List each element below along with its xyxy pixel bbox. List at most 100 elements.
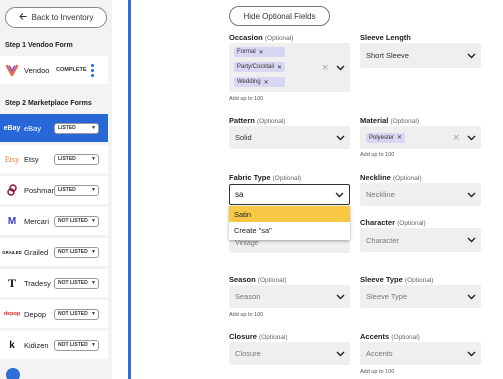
chevron-down-icon: ▼: [91, 125, 96, 131]
sleeve-length-label: Sleeve Length: [360, 33, 411, 42]
step1-heading: Step 1 Vendoo Form: [5, 42, 73, 49]
chevron-down-icon: ▼: [91, 218, 96, 224]
marketplace-name: Grailed: [24, 247, 49, 257]
status-select[interactable]: NOT LISTED ▼: [54, 277, 99, 289]
marketplace-row-etsy[interactable]: Etsy Etsy LISTED ▼: [0, 145, 108, 173]
marketplace-logo-icon[interactable]: [6, 368, 20, 379]
chevron-down-icon[interactable]: [467, 135, 476, 141]
neckline-label: Neckline (Optional): [360, 173, 422, 182]
remove-chip-icon[interactable]: ✕: [264, 79, 269, 86]
marketplace-name: Poshmark: [24, 185, 54, 195]
material-hint: Add up to 100: [360, 152, 395, 158]
clear-icon[interactable]: ✕: [321, 62, 329, 73]
chevron-down-icon[interactable]: [336, 65, 345, 71]
depop-logo-icon: depop: [3, 311, 21, 317]
accents-hint: Add up to 100: [360, 369, 395, 375]
status-select[interactable]: NOT LISTED ▼: [54, 246, 99, 258]
chevron-down-icon: ▼: [91, 342, 96, 348]
remove-chip-icon[interactable]: ✕: [259, 49, 264, 56]
sleeve-type-select[interactable]: Sleeve Type: [360, 285, 481, 308]
chip-polyester: Polyester ✕: [366, 132, 406, 143]
etsy-logo-icon: Etsy: [4, 154, 20, 164]
status-select[interactable]: LISTED ▼: [54, 153, 99, 165]
marketplace-row-depop[interactable]: depop Depop NOT LISTED ▼: [0, 300, 108, 328]
hide-optional-fields-button[interactable]: Hide Optional Fields: [229, 6, 330, 26]
accents-label: Accents (Optional): [360, 332, 420, 341]
season-select[interactable]: Season: [229, 285, 350, 308]
chevron-down-icon: ▼: [91, 156, 96, 162]
chevron-down-icon: [467, 351, 476, 356]
character-select[interactable]: Character: [360, 228, 481, 252]
tradesy-logo-icon: T: [7, 275, 16, 290]
chevron-down-icon: ▼: [91, 249, 96, 255]
poshmark-logo-icon: [0, 176, 24, 204]
closure-select[interactable]: Closure: [229, 342, 350, 365]
marketplace-row-tradesy[interactable]: T Tradesy NOT LISTED ▼: [0, 269, 108, 297]
occasion-multiselect[interactable]: Formal ✕ Party/Cocktail ✕ Wedding ✕ ✕: [229, 43, 350, 92]
remove-chip-icon[interactable]: ✕: [277, 64, 282, 71]
status-select[interactable]: NOT LISTED ▼: [54, 215, 99, 227]
remove-chip-icon[interactable]: ✕: [397, 134, 402, 141]
marketplace-name: Depop: [24, 309, 47, 319]
vendoo-form-card[interactable]: Vendoo COMPLETE: [0, 56, 108, 84]
marketplace-row-kidizen[interactable]: k Kidizen NOT LISTED ▼: [0, 331, 108, 359]
option-create[interactable]: Create "sa": [229, 222, 350, 238]
vendoo-status: COMPLETE: [56, 67, 87, 73]
chevron-down-icon[interactable]: [335, 192, 344, 198]
ebay-logo-icon: eBay: [3, 124, 21, 132]
pattern-label: Pattern (Optional): [229, 116, 286, 125]
mercari-logo-icon: M: [7, 215, 17, 227]
pattern-select[interactable]: Solid: [229, 126, 350, 149]
vendoo-label: Vendoo: [24, 65, 50, 75]
occasion-label: Occasion (Optional): [229, 33, 294, 42]
chevron-down-icon: [336, 135, 345, 140]
occasion-hint: Add up to 100: [229, 96, 264, 102]
sleeve-type-label: Sleeve Type (Optional): [360, 275, 434, 284]
more-vertical-icon[interactable]: [90, 63, 94, 77]
sidebar-divider: [128, 0, 131, 379]
marketplace-name: eBay: [24, 123, 42, 133]
option-satin[interactable]: Satin: [229, 206, 350, 222]
chip-party-cocktail: Party/Cocktail ✕: [234, 62, 286, 72]
chip-formal: Formal ✕: [234, 47, 286, 57]
arrow-left-icon: [18, 13, 27, 22]
material-multiselect[interactable]: Polyester ✕ ✕: [360, 126, 481, 149]
season-label: Season (Optional): [229, 275, 287, 284]
closure-label: Closure (Optional): [229, 332, 288, 341]
material-label: Material (Optional): [360, 116, 419, 125]
fabric-type-label: Fabric Type (Optional): [229, 173, 302, 182]
chevron-down-icon: [467, 237, 476, 243]
marketplace-row-grailed[interactable]: GRAILED Grailed NOT LISTED ▼: [0, 238, 108, 266]
chevron-down-icon: [467, 294, 476, 299]
marketplace-name: Kidizen: [24, 340, 49, 350]
status-select[interactable]: NOT LISTED ▼: [54, 308, 99, 320]
marketplace-sidebar: Back to Inventory Step 1 Vendoo Form Ven…: [0, 0, 112, 379]
clear-icon[interactable]: ✕: [452, 132, 460, 143]
marketplace-row-ebay[interactable]: eBay eBay LISTED ▼: [0, 114, 108, 142]
season-hint: Add up to 100: [229, 312, 264, 318]
chevron-down-icon: [336, 294, 345, 299]
chevron-down-icon: [467, 53, 476, 58]
status-select[interactable]: LISTED ▼: [54, 122, 99, 134]
marketplace-name: Tradesy: [24, 278, 51, 288]
sleeve-length-select[interactable]: Short Sleeve: [360, 43, 481, 68]
status-select[interactable]: NOT LISTED ▼: [54, 339, 99, 351]
step2-heading: Step 2 Marketplace Forms: [5, 100, 92, 107]
fabric-type-dropdown-menu: Satin Create "sa": [229, 206, 350, 240]
kidizen-logo-icon: k: [9, 339, 15, 351]
marketplace-row-poshmark[interactable]: Poshmark LISTED▼: [0, 176, 108, 204]
accents-select[interactable]: Accents: [360, 342, 481, 365]
chevron-down-icon: ▼: [91, 187, 96, 193]
status-select[interactable]: LISTED ▼: [54, 184, 99, 196]
grailed-logo-icon: GRAILED: [2, 249, 22, 255]
fabric-type-input[interactable]: sa: [229, 184, 350, 205]
back-to-inventory-button[interactable]: Back to Inventory: [5, 7, 107, 28]
chevron-down-icon: [336, 351, 345, 356]
chevron-down-icon: [467, 192, 476, 197]
marketplace-row-mercari[interactable]: M Mercari NOT LISTED ▼: [0, 207, 108, 235]
vendoo-logo-icon: [0, 56, 24, 84]
back-to-inventory-label: Back to Inventory: [31, 13, 94, 22]
chevron-down-icon: ▼: [91, 280, 96, 286]
marketplace-name: Etsy: [24, 154, 39, 164]
neckline-select[interactable]: Neckline: [360, 183, 481, 206]
